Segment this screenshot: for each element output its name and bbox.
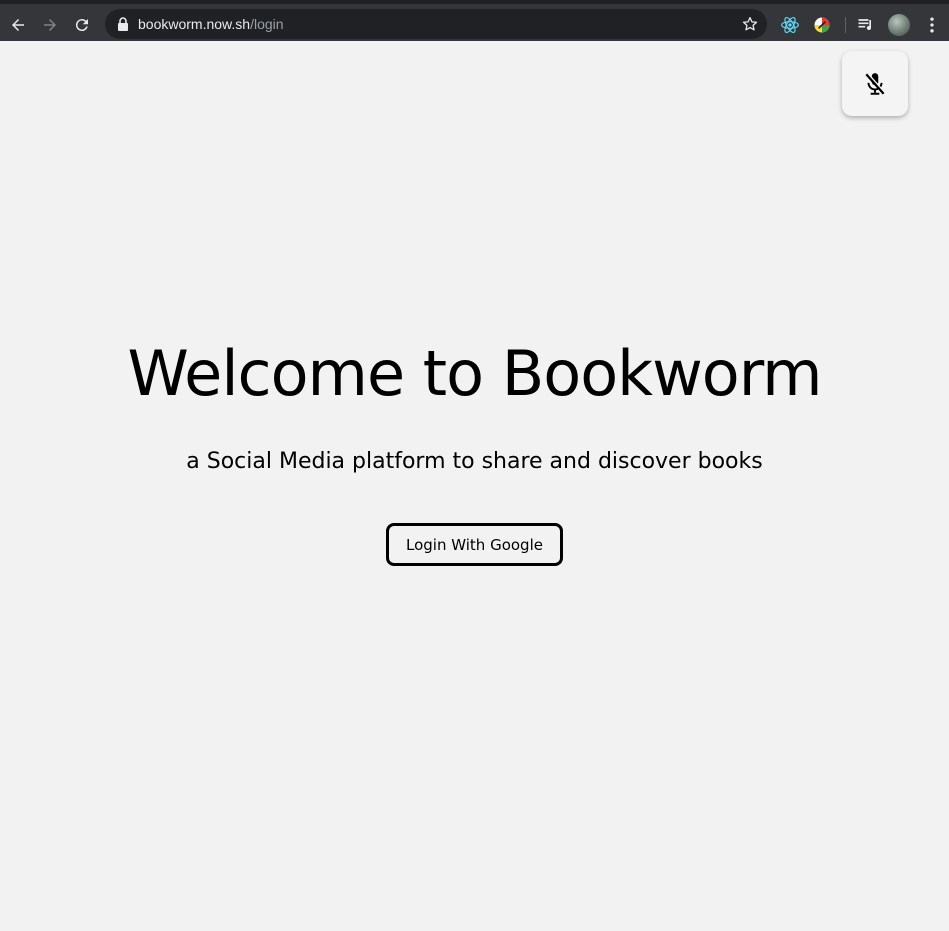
mic-muted-icon: [865, 72, 886, 95]
bookmark-star-icon[interactable]: [741, 15, 759, 33]
page-title: Welcome to Bookworm: [127, 337, 823, 410]
forward-arrow-icon[interactable]: [38, 13, 62, 37]
login-with-google-button[interactable]: Login With Google: [386, 523, 563, 566]
toolbar-divider: [845, 17, 846, 33]
reload-icon[interactable]: [70, 13, 94, 37]
react-devtools-icon[interactable]: [780, 15, 800, 35]
more-menu-icon[interactable]: [922, 15, 942, 35]
url-text[interactable]: bookworm.now.sh/login: [138, 16, 284, 32]
url-path: /login: [250, 16, 284, 32]
back-arrow-icon[interactable]: [6, 13, 30, 37]
media-queue-icon[interactable]: [856, 15, 876, 35]
login-page: Welcome to Bookworm a Social Media platf…: [0, 41, 949, 931]
color-extension-icon[interactable]: [812, 15, 832, 35]
profile-avatar[interactable]: [888, 14, 910, 36]
url-host: bookworm.now.sh: [138, 16, 251, 32]
address-bar[interactable]: bookworm.now.sh/login: [105, 9, 767, 39]
lock-icon[interactable]: [117, 17, 129, 31]
browser-toolbar: bookworm.now.sh/login: [0, 0, 949, 41]
mic-toggle-button[interactable]: [842, 51, 908, 116]
page-subtitle: a Social Media platform to share and dis…: [186, 449, 763, 474]
